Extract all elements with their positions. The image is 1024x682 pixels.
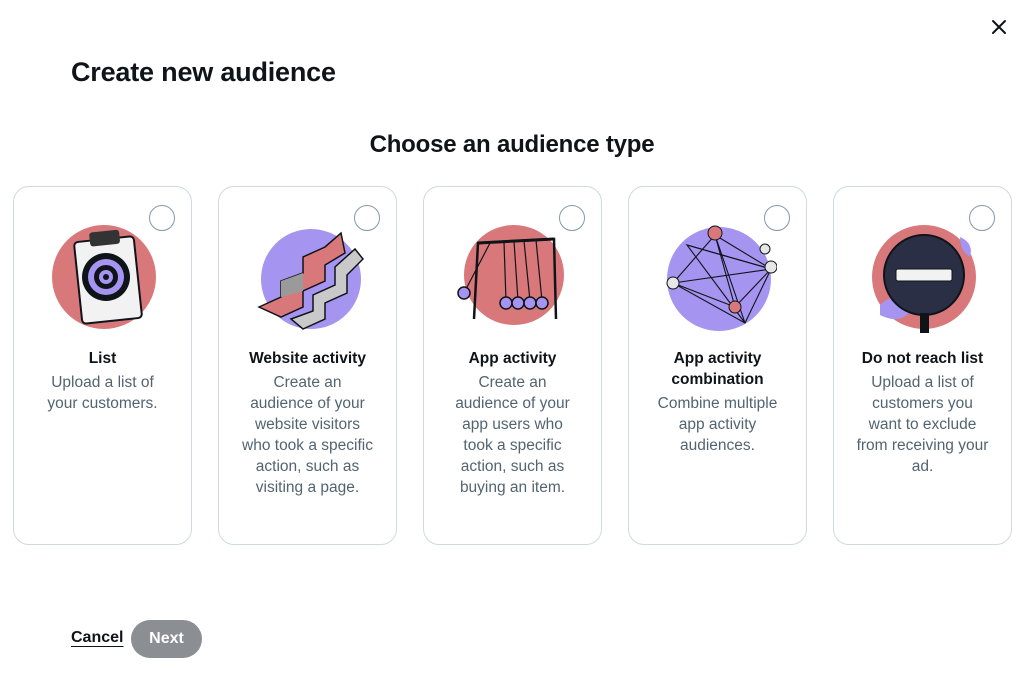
pinned-network-icon xyxy=(661,219,777,335)
no-entry-sign-icon xyxy=(866,219,982,335)
next-button[interactable]: Next xyxy=(131,620,202,658)
card-description: Create an audience of your website visit… xyxy=(242,374,373,496)
card-title: App activity xyxy=(468,350,557,367)
card-title: List xyxy=(88,350,117,367)
audience-card-list[interactable]: List Upload a list of your customers. xyxy=(13,186,192,545)
audience-card-website-activity[interactable]: Website activity Create an audience of y… xyxy=(218,186,397,545)
card-description: Upload a list of your customers. xyxy=(47,374,158,412)
audience-card-do-not-reach-list[interactable]: Do not reach list Upload a list of custo… xyxy=(833,186,1012,545)
target-clipboard-icon xyxy=(46,219,162,335)
card-description: Upload a list of customers you want to e… xyxy=(856,374,989,475)
stairs-arrows-icon xyxy=(251,219,367,335)
cancel-button[interactable]: Cancel xyxy=(71,629,123,647)
card-description: Create an audience of your app users who… xyxy=(455,374,570,496)
card-title: Do not reach list xyxy=(861,350,984,367)
card-description: Combine multiple app activity audiences. xyxy=(657,395,778,454)
card-title: Website activity xyxy=(249,350,366,367)
newtons-cradle-icon xyxy=(456,219,572,335)
audience-type-options: List Upload a list of your customers. We… xyxy=(0,0,1024,682)
card-title: App activity combination xyxy=(671,350,764,388)
audience-card-app-activity-combination[interactable]: App activity combination Combine multipl… xyxy=(628,186,807,545)
audience-card-app-activity[interactable]: App activity Create an audience of your … xyxy=(423,186,602,545)
